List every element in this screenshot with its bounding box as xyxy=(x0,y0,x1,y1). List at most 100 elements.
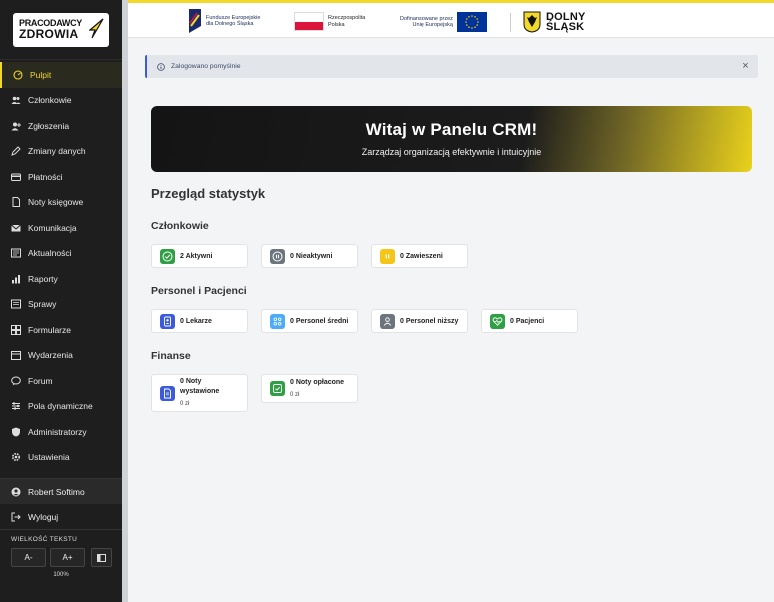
sidebar-item-label: Zgłoszenia xyxy=(28,120,70,131)
close-icon[interactable]: × xyxy=(741,61,750,72)
sidebar-item-zgloszenia[interactable]: Zgłoszenia xyxy=(0,113,122,139)
edit-icon xyxy=(11,146,21,157)
stat-card-notes-paid[interactable]: 0 Noty opłacone 0 zł xyxy=(261,374,358,403)
sidebar-item-label: Wydarzenia xyxy=(28,350,73,361)
stat-card-patients[interactable]: 0 Pacjenci xyxy=(481,309,578,333)
stat-low-staff-label: 0 Personel niższy xyxy=(400,317,459,325)
sidebar-item-komunikacja[interactable]: Komunikacja xyxy=(0,215,122,241)
fe-emblem-icon xyxy=(189,9,201,33)
logo-mark-icon xyxy=(89,18,104,38)
sidebar-nav: Pulpit Członkowie Zgłoszenia Zmiany dany… xyxy=(0,60,122,470)
pause-icon xyxy=(270,248,285,264)
document-icon xyxy=(11,197,21,208)
poland-flag-icon xyxy=(294,12,324,31)
news-icon xyxy=(11,248,21,258)
sidebar-item-label: Formularze xyxy=(28,324,71,335)
user-plus-icon xyxy=(11,121,21,131)
paid-check-icon xyxy=(270,381,285,396)
form-icon xyxy=(11,324,21,335)
stat-card-active[interactable]: 2 Aktywni xyxy=(151,244,248,268)
eu-line2: Unię Europejską xyxy=(412,22,453,28)
hero-subtitle: Zarządzaj organizacją efektywnie i intui… xyxy=(361,147,542,157)
fe-logo: Fundusze Europejskie dla Dolnego Śląska xyxy=(188,8,260,34)
users-icon xyxy=(11,95,21,105)
fe-line2: dla Dolnego Śląska xyxy=(206,21,254,27)
stat-notes-issued-amount: 0 zł xyxy=(180,401,190,407)
stat-card-notes-issued[interactable]: 0 Noty wystawione 0 zł xyxy=(151,374,248,412)
stat-card-low-staff[interactable]: 0 Personel niższy xyxy=(371,309,468,333)
doctor-badge-icon xyxy=(160,313,175,329)
folder-icon xyxy=(11,299,21,309)
user-name: Robert Softimo xyxy=(28,486,85,497)
stats-title: Przegląd statystyk xyxy=(151,186,266,201)
rp-line1: Rzeczpospolita xyxy=(328,15,366,21)
sidebar-item-formularze[interactable]: Formularze xyxy=(0,317,122,343)
heart-pulse-icon xyxy=(490,313,505,329)
logout-button[interactable]: Wyloguj xyxy=(0,504,122,530)
sidebar-item-raporty[interactable]: Raporty xyxy=(0,266,122,292)
person-icon xyxy=(380,313,395,329)
welcome-hero: Witaj w Panelu CRM! Zarządzaj organizacj… xyxy=(151,106,752,172)
sidebar-toggle-button[interactable] xyxy=(91,548,112,567)
bar-chart-icon xyxy=(11,274,21,284)
dolny-slask-eagle-icon xyxy=(523,11,541,33)
sidebar-item-label: Administratorzy xyxy=(28,426,87,437)
members-section-title: Członkowie xyxy=(151,220,209,232)
dashboard-icon xyxy=(13,70,23,80)
sidebar-item-administratorzy[interactable]: Administratorzy xyxy=(0,419,122,445)
sidebar-item-forum[interactable]: Forum xyxy=(0,368,122,394)
sidebar-item-label: Forum xyxy=(28,375,53,386)
gear-icon xyxy=(11,452,21,462)
stat-notes-paid-label: 0 Noty opłacone xyxy=(290,378,345,386)
stat-card-doctors[interactable]: 0 Lekarze xyxy=(151,309,248,333)
calendar-icon xyxy=(11,350,21,361)
text-increase-button[interactable]: A+ xyxy=(50,548,85,567)
success-alert: Zalogowano pomyślnie × xyxy=(145,55,758,78)
sidebar-item-pulpit[interactable]: Pulpit xyxy=(0,62,122,88)
sidebar-item-czlonkowie[interactable]: Członkowie xyxy=(0,88,122,114)
sidebar-item-label: Członkowie xyxy=(28,95,72,106)
check-icon xyxy=(160,248,175,264)
sidebar-item-label: Płatności xyxy=(28,171,63,182)
dolny-slask-logo: DOLNY ŚLĄSK xyxy=(523,11,586,33)
user-profile[interactable]: Robert Softimo xyxy=(0,478,122,504)
sidebar-item-zmiany-danych[interactable]: Zmiany danych xyxy=(0,139,122,165)
stat-active-label: 2 Aktywni xyxy=(180,252,213,260)
sidebar-item-label: Pola dynamiczne xyxy=(28,401,93,412)
text-decrease-button[interactable]: A- xyxy=(11,548,46,567)
logo[interactable]: PRACODAWCY ZDROWIA xyxy=(13,12,109,47)
finance-section-title: Finanse xyxy=(151,350,191,362)
chat-icon xyxy=(11,376,21,386)
user-avatar-icon xyxy=(11,487,21,497)
stat-suspended-label: 0 Zawieszeni xyxy=(400,252,443,260)
sidebar-item-label: Noty księgowe xyxy=(28,197,84,208)
sliders-icon xyxy=(11,401,21,411)
info-icon xyxy=(157,62,165,71)
eu-flag-icon xyxy=(456,12,487,32)
text-size-percent: 100% xyxy=(53,572,69,578)
ds-line2: ŚLĄSK xyxy=(546,21,585,33)
logout-icon xyxy=(11,512,21,522)
sidebar-item-ustawienia[interactable]: Ustawienia xyxy=(0,445,122,471)
mail-icon xyxy=(11,223,21,233)
sidebar-item-noty-ksiegowe[interactable]: Noty księgowe xyxy=(0,190,122,216)
logo-area: PRACODAWCY ZDROWIA xyxy=(0,0,122,60)
credit-card-icon xyxy=(11,172,21,182)
sidebar-item-pola-dynamiczne[interactable]: Pola dynamiczne xyxy=(0,394,122,420)
invoice-icon xyxy=(160,385,175,401)
sidebar-item-aktualnosci[interactable]: Aktualności xyxy=(0,241,122,267)
sidebar-item-sprawy[interactable]: Sprawy xyxy=(0,292,122,318)
stat-notes-paid-amount: 0 zł xyxy=(290,391,300,398)
sidebar-item-label: Zmiany danych xyxy=(28,146,86,157)
stat-card-suspended[interactable]: 0 Zawieszeni xyxy=(371,244,468,268)
text-size-caption: WIELKOŚĆ TEKSTU xyxy=(11,536,78,543)
sidebar: PRACODAWCY ZDROWIA Pulpit Członkowie Zgł… xyxy=(0,0,122,602)
sidebar-toggle-icon xyxy=(97,553,106,562)
stat-card-mid-staff[interactable]: 0 Personel średni xyxy=(261,309,358,333)
sidebar-item-wydarzenia[interactable]: Wydarzenia xyxy=(0,343,122,369)
shield-icon xyxy=(11,427,21,437)
hero-title: Witaj w Panelu CRM! xyxy=(365,120,538,139)
stat-card-inactive[interactable]: 0 Nieaktywni xyxy=(261,244,358,268)
sidebar-item-label: Raporty xyxy=(28,273,58,284)
sidebar-item-platnosci[interactable]: Płatności xyxy=(0,164,122,190)
